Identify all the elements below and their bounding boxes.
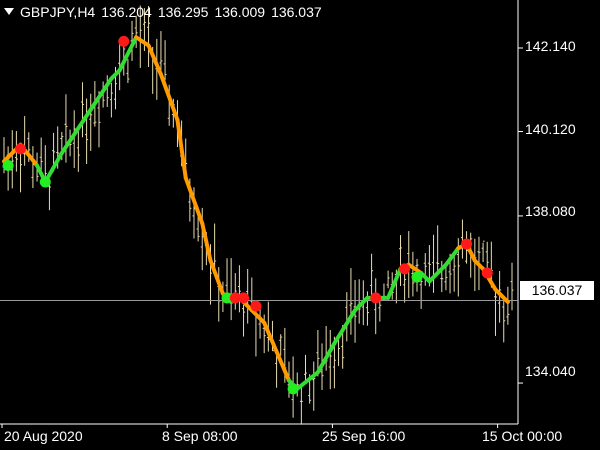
- buy-signal-dot: [2, 159, 14, 171]
- y-tick-label: 134.040: [525, 363, 576, 379]
- sell-signal-dot: [118, 35, 130, 47]
- indicator-segment: [134, 35, 151, 48]
- indicator-segment: [406, 262, 424, 276]
- indicator-segment: [146, 43, 163, 77]
- y-tick-label: 142.140: [525, 38, 576, 54]
- sell-signal-dot: [399, 263, 411, 275]
- x-tick-label: 15 Oct 00:00: [482, 428, 563, 444]
- indicator-segment: [208, 258, 225, 296]
- sell-signal-dot: [370, 292, 382, 304]
- indicator-segment: [386, 266, 403, 300]
- buy-signal-dot: [287, 383, 299, 395]
- sell-signal-dot: [481, 267, 493, 279]
- sell-signal-dot: [238, 292, 250, 304]
- sell-signal-dot: [15, 143, 27, 155]
- chart-window: GBPJPY,H4 136.204 136.295 136.009 136.037 14…: [0, 0, 600, 450]
- indicator-segment: [353, 295, 370, 313]
- buy-signal-dot: [411, 271, 423, 283]
- y-tick-label: 140.120: [525, 121, 576, 137]
- indicator-segment: [332, 308, 358, 346]
- indicator-segment: [249, 308, 267, 325]
- x-tick-label: 20 Aug 2020: [4, 428, 83, 444]
- dropdown-arrow-icon[interactable]: [4, 8, 14, 15]
- chart-header: GBPJPY,H4 136.204 136.295 136.009 136.037: [4, 4, 328, 20]
- symbol-label: GBPJPY,H4: [20, 4, 96, 20]
- indicator-segment: [262, 320, 279, 354]
- close-price: 136.037: [271, 4, 322, 20]
- sell-signal-dot: [250, 300, 262, 312]
- high-price: 136.295: [157, 4, 209, 20]
- x-tick-label: 8 Sep 08:00: [162, 428, 238, 444]
- low-price: 136.009: [214, 4, 266, 20]
- sell-signal-dot: [461, 238, 473, 250]
- y-tick-label: 138.080: [525, 203, 576, 219]
- indicator-segment: [274, 349, 291, 383]
- x-tick-label: 25 Sep 16:00: [322, 428, 406, 444]
- price-chart[interactable]: [0, 0, 600, 450]
- current-price-label: 136.037: [520, 281, 594, 300]
- indicator-segment: [295, 370, 320, 391]
- indicator-segment: [443, 246, 461, 267]
- buy-signal-dot: [39, 176, 51, 188]
- open-price: 136.204: [101, 4, 152, 20]
